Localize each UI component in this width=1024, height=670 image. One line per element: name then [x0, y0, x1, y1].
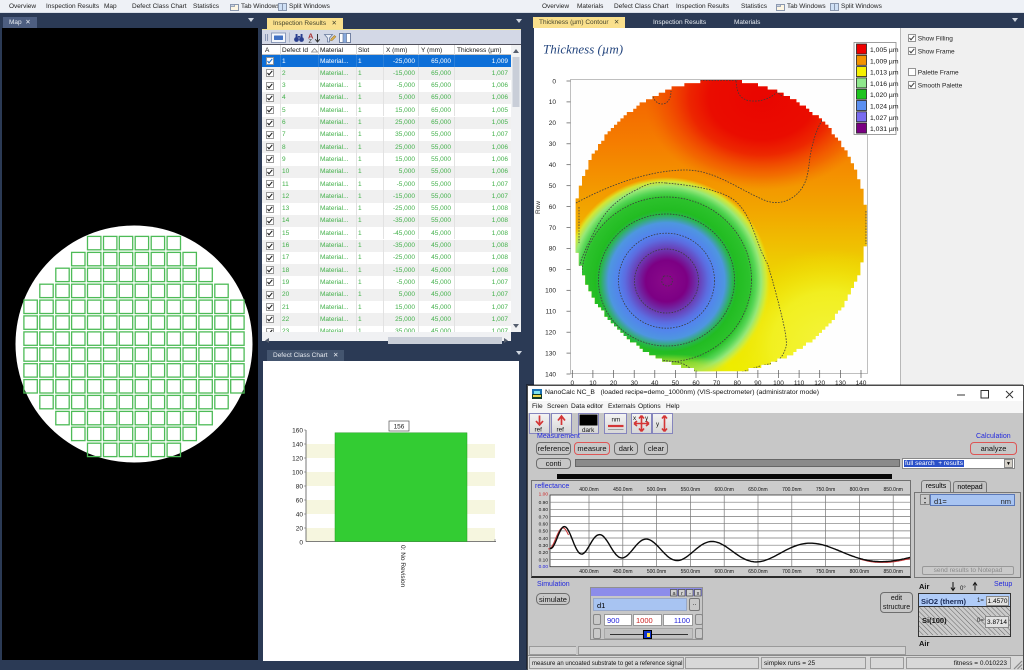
svg-text:dark: dark — [582, 427, 595, 434]
svg-text:1,005 µm: 1,005 µm — [870, 47, 899, 54]
svg-text:x: x — [697, 591, 700, 597]
svg-text:60: 60 — [549, 204, 557, 211]
svg-text:0.00: 0.00 — [539, 564, 549, 570]
svg-text:700.0nm: 700.0nm — [782, 569, 801, 575]
svg-text:650.0nm: 650.0nm — [748, 487, 767, 493]
svg-text:0: 0 — [552, 78, 556, 85]
svg-text:0: No Revision: 0: No Revision — [399, 545, 406, 588]
svg-text:0.50: 0.50 — [539, 529, 549, 535]
svg-text:60: 60 — [296, 498, 304, 505]
svg-text:40: 40 — [296, 512, 304, 519]
svg-text:850.0nm: 850.0nm — [883, 569, 902, 575]
svg-text:1,009 µm: 1,009 µm — [870, 58, 899, 65]
svg-text:reflectance: reflectance — [535, 483, 569, 490]
svg-text:10: 10 — [549, 99, 557, 106]
svg-text:800.0nm: 800.0nm — [850, 487, 869, 493]
svg-text:130: 130 — [545, 350, 556, 357]
svg-text:0°: 0° — [960, 586, 966, 592]
svg-text:0.40: 0.40 — [539, 536, 549, 542]
svg-text:0.10: 0.10 — [539, 557, 549, 563]
svg-text:70: 70 — [549, 225, 557, 232]
svg-text:550.0nm: 550.0nm — [681, 487, 700, 493]
svg-text:Row: Row — [535, 201, 542, 214]
svg-text:40: 40 — [549, 162, 557, 169]
svg-text:800.0nm: 800.0nm — [850, 569, 869, 575]
svg-text:1,031 µm: 1,031 µm — [870, 126, 899, 133]
svg-text:140: 140 — [545, 371, 556, 378]
svg-text:1.00: 1.00 — [539, 492, 549, 498]
svg-text:1,027 µm: 1,027 µm — [870, 115, 899, 122]
svg-text:120: 120 — [545, 330, 556, 337]
svg-text:450.0nm: 450.0nm — [613, 569, 632, 575]
svg-text:850.0nm: 850.0nm — [883, 487, 902, 493]
svg-text:0.60: 0.60 — [539, 522, 549, 528]
svg-text:0: 0 — [299, 540, 303, 547]
svg-text:500.0nm: 500.0nm — [647, 569, 666, 575]
svg-text:Thickness (µm): Thickness (µm) — [543, 42, 623, 57]
svg-text:90: 90 — [549, 267, 557, 274]
svg-text:r: r — [681, 591, 683, 597]
svg-text:600.0nm: 600.0nm — [714, 569, 733, 575]
svg-text:110: 110 — [546, 309, 557, 316]
svg-text:80: 80 — [549, 246, 557, 253]
svg-text:400.0nm: 400.0nm — [579, 569, 598, 575]
svg-text:650.0nm: 650.0nm — [748, 569, 767, 575]
svg-text:20: 20 — [549, 120, 557, 127]
svg-text:400.0nm: 400.0nm — [579, 487, 598, 493]
svg-text:0.70: 0.70 — [539, 514, 549, 520]
svg-text:100: 100 — [292, 470, 303, 477]
svg-text:120: 120 — [292, 456, 303, 463]
svg-text:450.0nm: 450.0nm — [613, 487, 632, 493]
svg-text:750.0nm: 750.0nm — [816, 487, 835, 493]
svg-text:1,013 µm: 1,013 µm — [870, 70, 899, 77]
svg-text:100: 100 — [545, 288, 556, 295]
svg-text:50: 50 — [549, 183, 557, 190]
svg-text:0.30: 0.30 — [539, 543, 549, 549]
svg-text:550.0nm: 550.0nm — [681, 569, 700, 575]
svg-text:1,016 µm: 1,016 µm — [870, 81, 899, 88]
svg-text:156: 156 — [394, 424, 405, 431]
svg-text:-: - — [689, 591, 691, 597]
svg-text:0.20: 0.20 — [539, 550, 549, 556]
svg-text:1,020 µm: 1,020 µm — [870, 92, 899, 99]
svg-text:30: 30 — [549, 141, 557, 148]
svg-text:nm: nm — [612, 417, 621, 424]
svg-text:20: 20 — [296, 526, 304, 533]
svg-text:750.0nm: 750.0nm — [816, 569, 835, 575]
svg-text:600.0nm: 600.0nm — [714, 487, 733, 493]
svg-text:1,024 µm: 1,024 µm — [870, 104, 899, 111]
svg-text:700.0nm: 700.0nm — [782, 487, 801, 493]
svg-text:500.0nm: 500.0nm — [647, 487, 666, 493]
svg-text:0.80: 0.80 — [539, 507, 549, 513]
svg-text:160: 160 — [292, 428, 303, 435]
svg-text:0.90: 0.90 — [539, 500, 549, 506]
svg-text:80: 80 — [296, 484, 304, 491]
svg-text:140: 140 — [292, 442, 303, 449]
